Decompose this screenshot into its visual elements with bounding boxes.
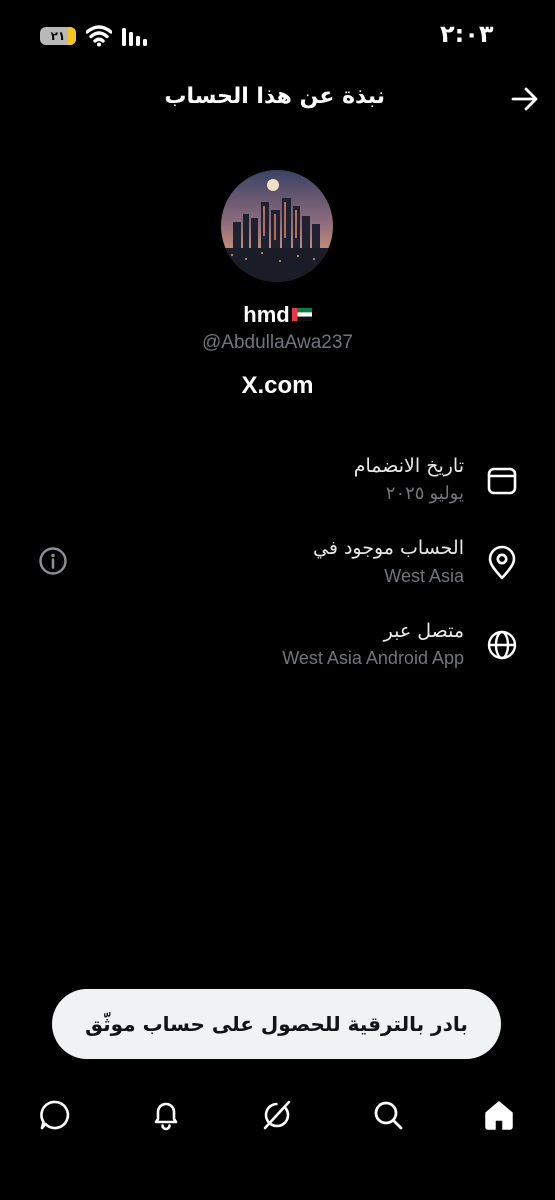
globe-icon (487, 630, 517, 660)
wifi-icon (86, 25, 112, 47)
profile-name-row: hmd (0, 302, 555, 328)
profile-link[interactable]: X.com (0, 372, 555, 400)
grok-icon[interactable] (260, 1098, 294, 1132)
upgrade-verified-button[interactable]: بادر بالترقية للحصول على حساب موثّق (52, 989, 501, 1059)
profile-handle: @AbdullaAwa237 (202, 332, 353, 353)
battery-icon: ٢١ (40, 27, 76, 45)
connected-value: West Asia Android App (282, 648, 464, 668)
connected-label: متصل عبر (383, 620, 464, 642)
joined-value: يوليو ٢٠٢٥ (385, 483, 464, 503)
chat-icon[interactable] (38, 1098, 72, 1132)
calendar-icon (487, 467, 517, 495)
search-icon[interactable] (371, 1098, 405, 1132)
info-icon[interactable] (38, 546, 68, 576)
signal-icon (122, 28, 147, 46)
location-pin-icon (488, 545, 516, 580)
joined-label: تاريخ الانضمام (353, 455, 464, 477)
home-icon[interactable] (482, 1098, 516, 1132)
battery-fill (68, 27, 76, 45)
profile-name: hmd (243, 302, 290, 327)
avatar (221, 170, 333, 282)
page-title: نبذة عن هذا الحساب (164, 84, 385, 109)
battery-level: ٢١ (50, 29, 66, 43)
city-skyline-image (221, 170, 333, 282)
location-value: West Asia (384, 566, 464, 586)
arrow-right-icon[interactable] (510, 86, 540, 112)
uae-flag-icon (291, 307, 312, 321)
status-time: ٢:٠٣ (440, 20, 494, 48)
bell-icon[interactable] (149, 1098, 183, 1132)
location-label: الحساب موجود في (313, 537, 464, 559)
